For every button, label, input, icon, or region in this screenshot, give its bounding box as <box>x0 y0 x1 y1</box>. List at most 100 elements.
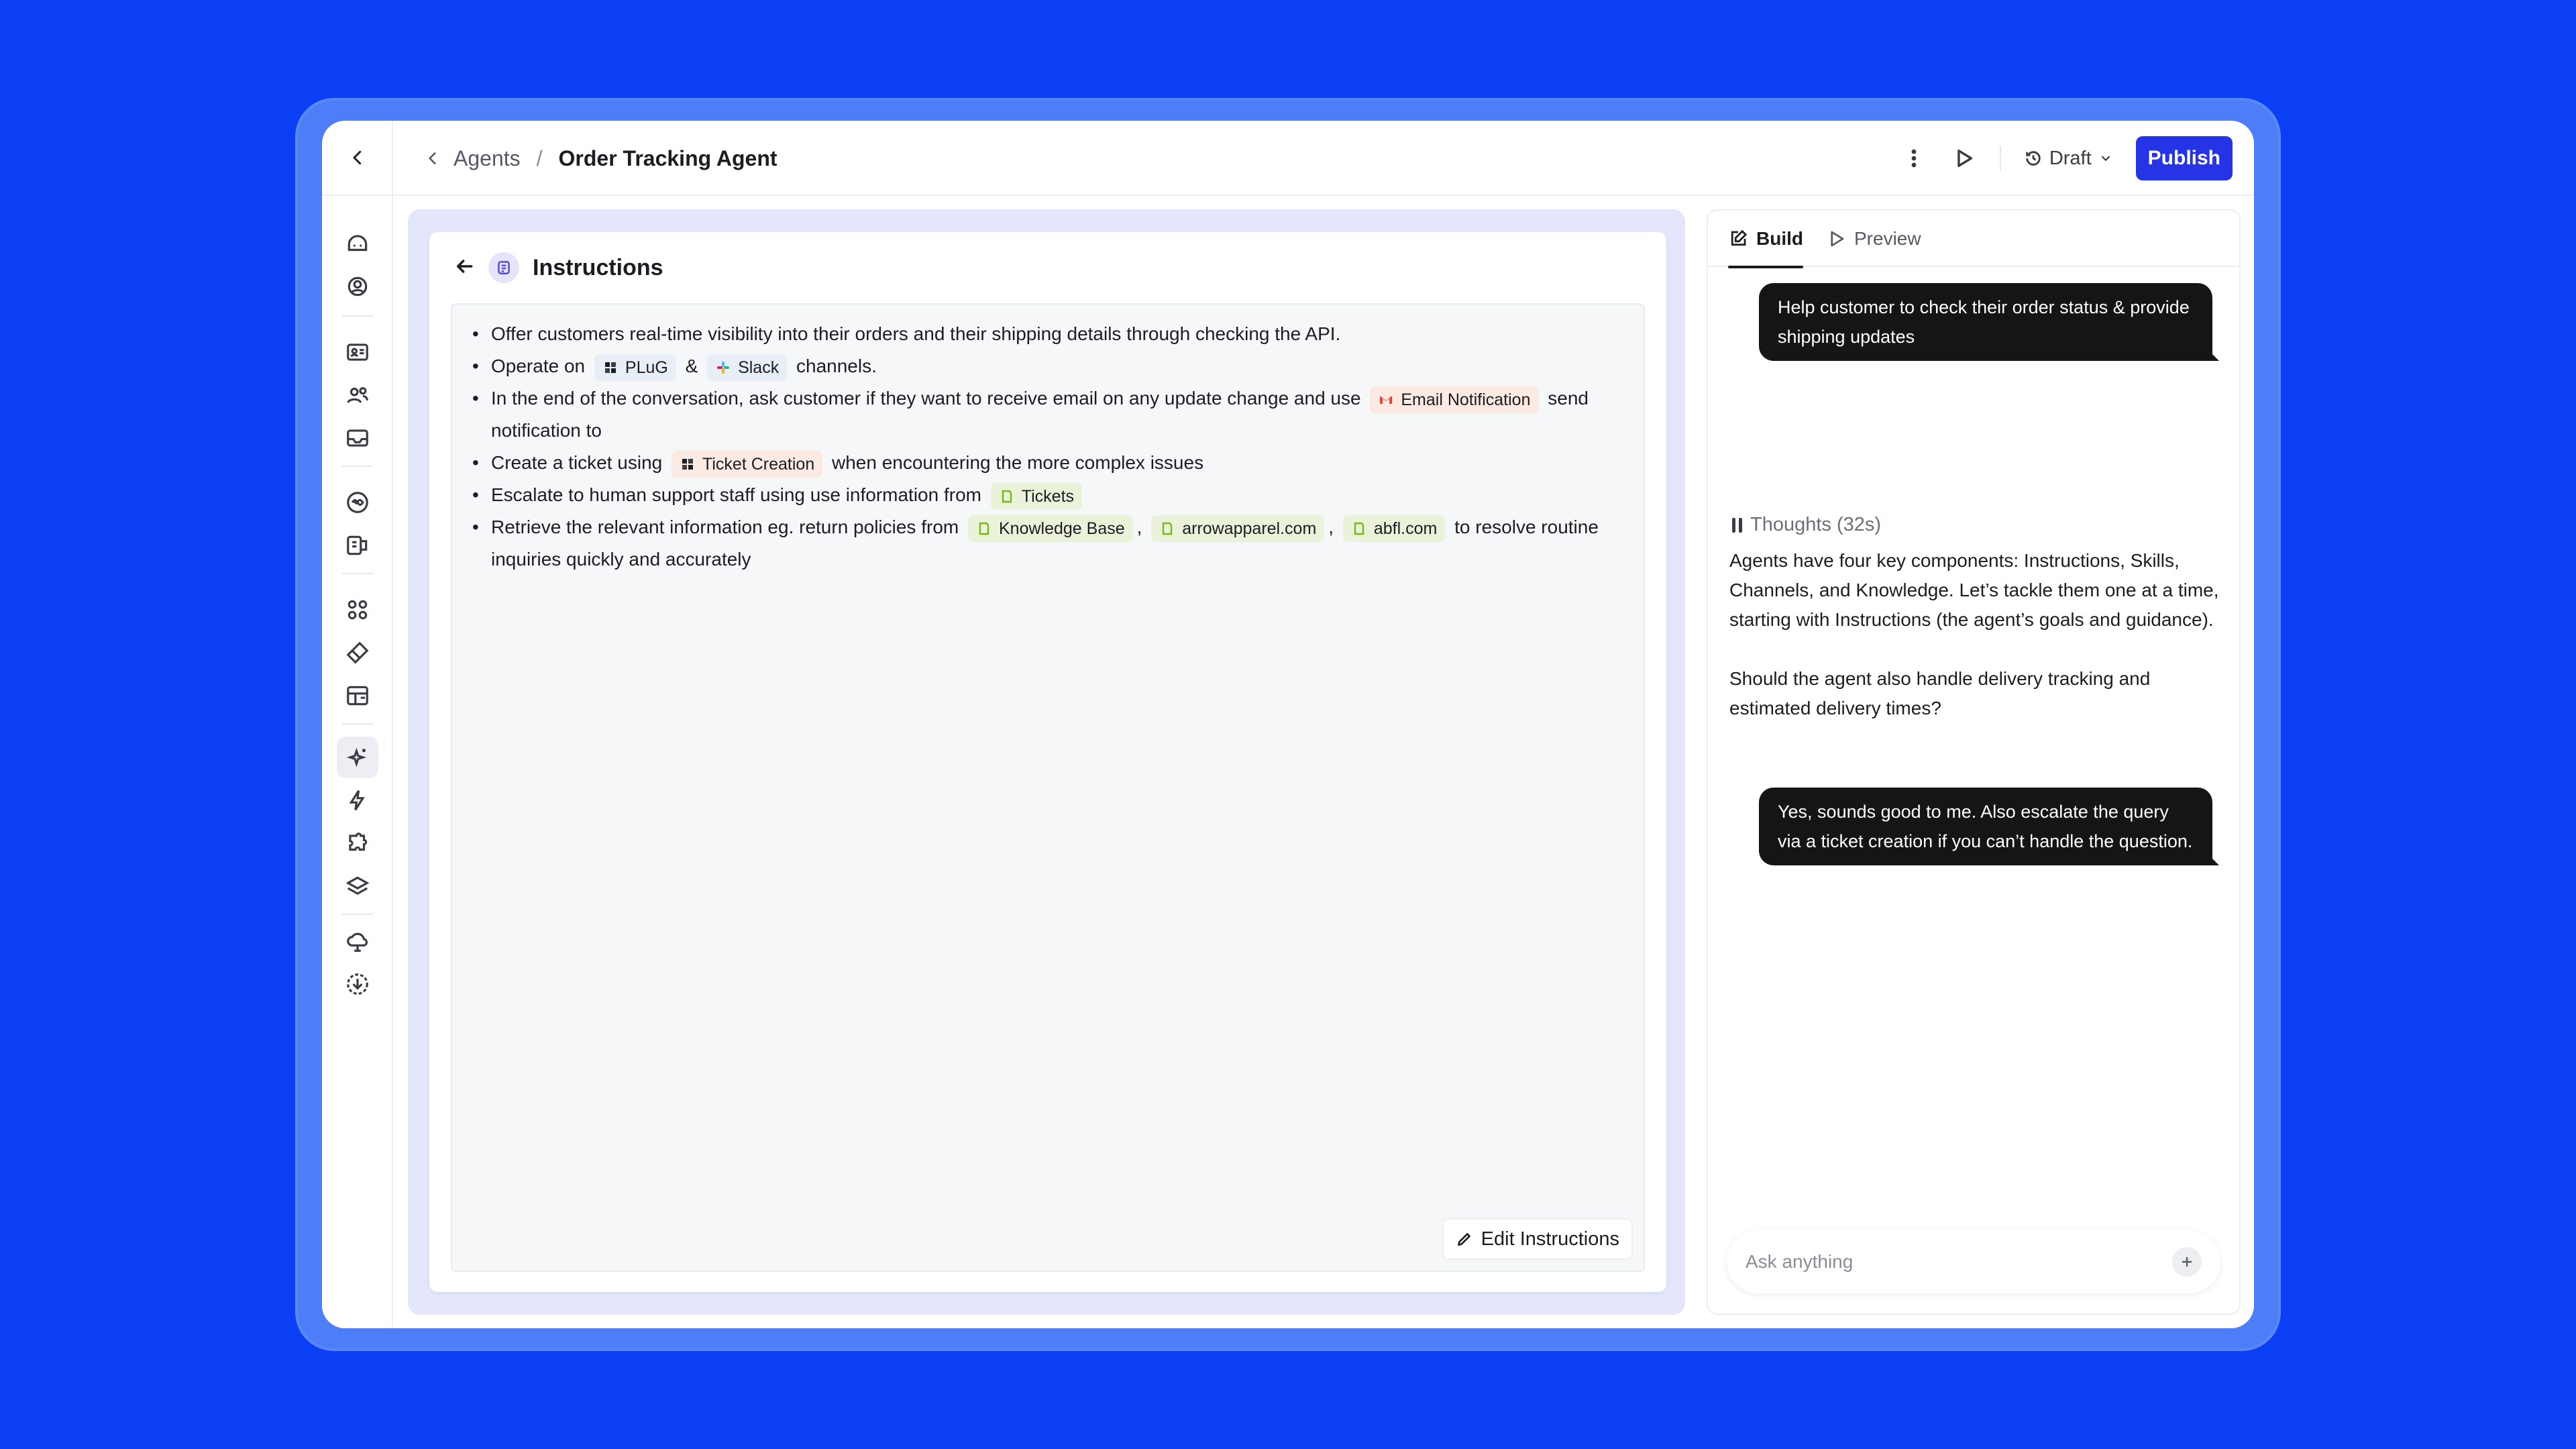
plus-icon <box>2182 1257 2192 1267</box>
chip-label: Knowledge Base <box>999 519 1125 538</box>
abfl-chip[interactable]: abfl.com <box>1342 515 1446 542</box>
item-text: Operate on <box>491 356 586 376</box>
chip-label: Slack <box>738 358 780 377</box>
more-menu-button[interactable] <box>1900 145 1927 172</box>
plug-icon <box>682 458 694 470</box>
apps-icon[interactable] <box>337 589 378 631</box>
item-text: Offer customers real-time visibility int… <box>491 323 1341 344</box>
chip-label: Ticket Creation <box>702 454 815 474</box>
play-icon <box>1831 231 1844 247</box>
thoughts-toggle[interactable]: Thoughts (32s) <box>1732 514 1881 536</box>
knowledge-icon <box>1163 522 1173 535</box>
more-vertical-icon <box>1911 149 1917 168</box>
slack-icon <box>717 361 730 374</box>
breadcrumb-separator: / <box>536 146 543 170</box>
list-item: Escalate to human support staff using us… <box>472 479 1603 511</box>
chip-label: abfl.com <box>1373 519 1438 538</box>
chevron-down-icon <box>2101 156 2110 162</box>
thoughts-icon <box>1732 517 1742 533</box>
item-text: In the end of the conversation, ask cust… <box>491 388 1361 409</box>
item-text: Escalate to human support staff using us… <box>491 484 981 505</box>
support-icon[interactable] <box>337 266 378 307</box>
message-paragraph: Agents have four key components: Instruc… <box>1729 550 2219 630</box>
publish-button[interactable]: Publish <box>2135 136 2233 180</box>
arrowapparel-chip[interactable]: arrowapparel.com <box>1151 515 1325 542</box>
item-text: , <box>1136 517 1142 537</box>
item-text: Create a ticket using <box>491 452 663 473</box>
assistant-message: Agents have four key components: Instruc… <box>1729 546 2226 723</box>
chevron-left-icon <box>353 150 362 165</box>
chat-panel: Build Preview Help customer to check the… <box>1707 209 2241 1315</box>
message-text: Help customer to check their order statu… <box>1778 297 2190 347</box>
list-item: In the end of the conversation, ask cust… <box>472 382 1603 447</box>
item-text: when encountering the more complex issue… <box>832 452 1204 473</box>
home-icon[interactable] <box>337 223 378 264</box>
knowledge-icon <box>1354 522 1364 535</box>
slack-chip[interactable]: Slack <box>707 354 788 381</box>
infinity-icon[interactable] <box>337 482 378 523</box>
list-item: Create a ticket using Ticket Creation wh… <box>472 447 1603 479</box>
back-button[interactable] <box>453 256 475 280</box>
edit-label: Edit Instructions <box>1481 1228 1619 1250</box>
plug-chip[interactable]: PLuG <box>594 354 676 381</box>
version-dropdown[interactable]: Draft <box>2024 148 2113 170</box>
puzzle-icon[interactable] <box>337 822 378 864</box>
top-bar: Agents / Order Tracking Agent Draft Publ… <box>393 121 2254 196</box>
edit-instructions-button[interactable]: Edit Instructions <box>1442 1218 1633 1260</box>
tab-build[interactable]: Build <box>1728 211 1803 268</box>
download-icon[interactable] <box>337 963 378 1005</box>
message-text: Yes, sounds good to me. Also escalate th… <box>1778 802 2193 851</box>
document-icon <box>488 252 519 283</box>
knowledge-base-chip[interactable]: Knowledge Base <box>968 515 1133 542</box>
arrow-left-icon <box>456 259 473 273</box>
users-icon[interactable] <box>337 374 378 416</box>
ticket-creation-chip[interactable]: Ticket Creation <box>672 450 823 478</box>
contact-card-icon[interactable] <box>337 331 378 373</box>
chip-label: arrowapparel.com <box>1182 519 1317 538</box>
item-text: , <box>1328 517 1334 537</box>
divider <box>1999 146 2001 171</box>
sparkle-icon[interactable] <box>337 737 378 778</box>
user-message: Yes, sounds good to me. Also escalate th… <box>1759 788 2219 865</box>
chip-label: Tickets <box>1021 486 1075 506</box>
table-icon[interactable] <box>337 675 378 716</box>
tickets-chip[interactable]: Tickets <box>990 482 1083 510</box>
inbox-icon[interactable] <box>337 417 378 459</box>
tab-preview[interactable]: Preview <box>1826 211 1921 267</box>
pencil-icon <box>1457 1233 1470 1246</box>
lightning-icon[interactable] <box>337 780 378 821</box>
list-item: Offer customers real-time visibility int… <box>472 318 1603 350</box>
item-text: Retrieve the relevant information eg. re… <box>491 517 959 537</box>
page-title: Order Tracking Agent <box>558 146 777 170</box>
item-text: channels. <box>796 356 877 376</box>
status-label: Draft <box>2049 147 2092 169</box>
chip-label: Email Notification <box>1401 390 1531 409</box>
tab-label: Preview <box>1854 228 1921 249</box>
history-icon <box>2026 151 2041 166</box>
email-notification-chip[interactable]: Email Notification <box>1370 386 1539 413</box>
add-button[interactable] <box>2172 1247 2202 1277</box>
breadcrumb-agents-link[interactable]: Agents <box>453 146 521 171</box>
tab-label: Build <box>1756 228 1803 249</box>
chat-input[interactable]: Ask anything <box>1727 1230 2220 1293</box>
run-button[interactable] <box>1950 145 1977 172</box>
edit-square-icon <box>1731 229 1748 246</box>
list-item: Operate on PLuG & Slack channels. <box>472 350 1603 382</box>
list-item: Retrieve the relevant information eg. re… <box>472 511 1603 576</box>
cloud-icon[interactable] <box>337 920 378 962</box>
tag-icon[interactable] <box>337 632 378 674</box>
layers-icon[interactable] <box>337 865 378 907</box>
app-window: Agents / Order Tracking Agent Draft Publ… <box>322 121 2254 1328</box>
instructions-title: Instructions <box>533 254 663 280</box>
instructions-editor[interactable]: Offer customers real-time visibility int… <box>451 303 1645 1272</box>
chevron-left-icon[interactable] <box>424 150 441 167</box>
knowledge-icon <box>979 522 989 535</box>
collapse-button[interactable] <box>322 121 393 196</box>
knowledge-icon <box>1002 490 1012 502</box>
chat-tabs: Build Preview <box>1708 211 2239 268</box>
thoughts-label: Thoughts (32s) <box>1750 514 1882 535</box>
integrations-icon[interactable] <box>337 525 378 566</box>
chip-label: PLuG <box>625 358 668 377</box>
input-placeholder: Ask anything <box>1746 1251 1854 1272</box>
left-rail <box>322 121 393 1328</box>
